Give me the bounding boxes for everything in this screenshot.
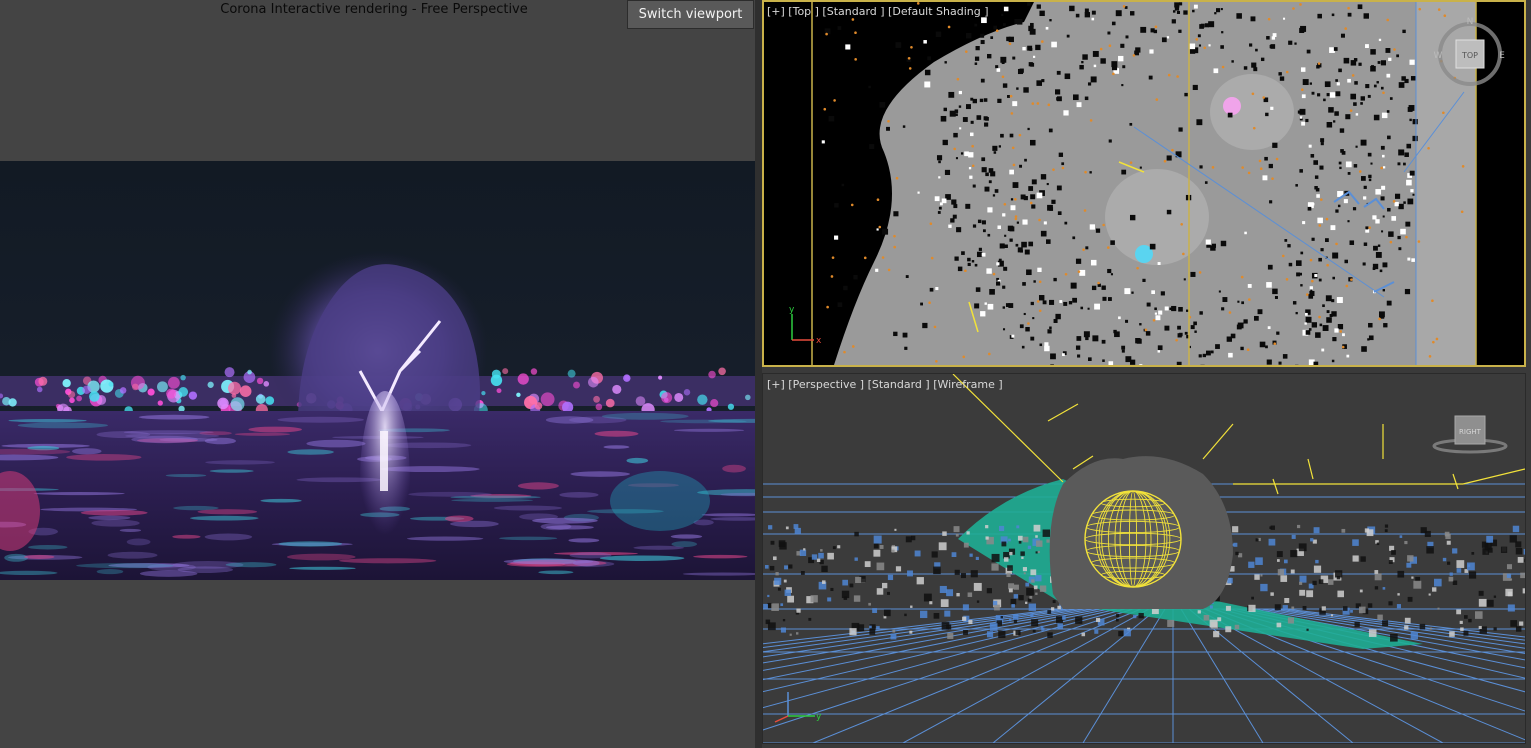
- rendered-image[interactable]: [0, 161, 755, 580]
- top-viewport[interactable]: [+] [Top ] [Standard ] [Default Shading …: [762, 0, 1526, 367]
- viewcube-face-label: RIGHT: [1459, 428, 1482, 436]
- perspective-viewport[interactable]: [+] [Perspective ] [Standard ] [Wirefram…: [762, 373, 1526, 744]
- top-viewport-scene: y x TOP N E W: [764, 2, 1524, 365]
- switch-viewport-button[interactable]: Switch viewport: [627, 0, 754, 29]
- render-canvas: [0, 161, 755, 580]
- axis-y-label: y: [789, 305, 795, 315]
- compass-e: E: [1499, 51, 1505, 61]
- pink-light-marker: [1223, 97, 1241, 115]
- perspective-viewport-scene: y RIGHT: [763, 374, 1525, 743]
- compass-n: N: [1467, 17, 1474, 27]
- perspective-viewport-label[interactable]: [+] [Perspective ] [Standard ] [Wirefram…: [767, 378, 1003, 391]
- viewcube-face-label: TOP: [1461, 51, 1478, 60]
- corona-render-panel: Corona Interactive rendering - Free Pers…: [0, 0, 755, 748]
- compass-w: W: [1434, 51, 1443, 61]
- axis-x-label: x: [816, 336, 822, 346]
- axis-y-label: y: [816, 712, 822, 722]
- top-viewport-label[interactable]: [+] [Top ] [Standard ] [Default Shading …: [767, 5, 989, 18]
- viewport-divider[interactable]: [755, 0, 762, 748]
